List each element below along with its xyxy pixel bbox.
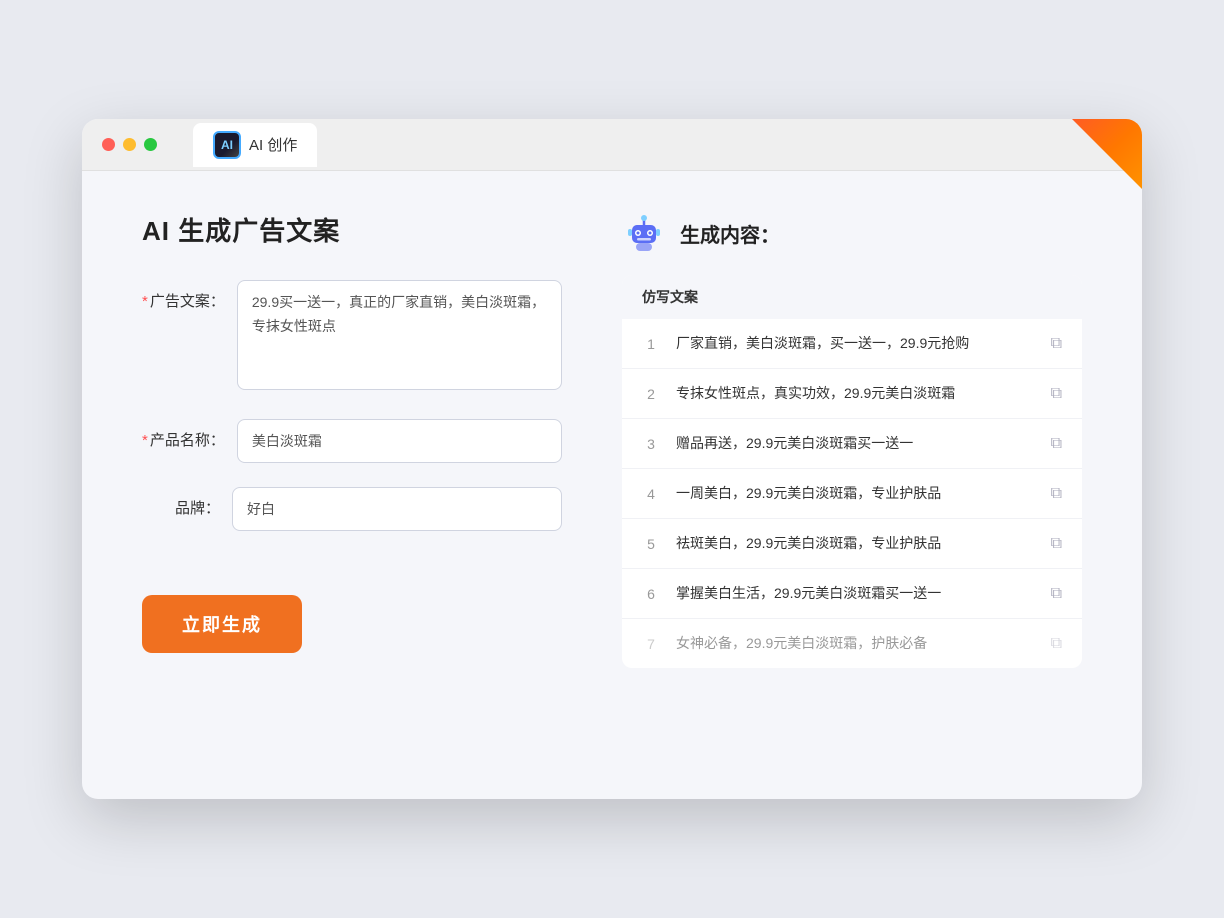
copy-icon[interactable]: ⧉ [1051, 435, 1062, 453]
maximize-button[interactable] [144, 138, 157, 151]
row-text: 厂家直销，美白淡斑霜，买一送一，29.9元抢购 [676, 333, 1035, 354]
row-number: 3 [642, 436, 660, 452]
row-number: 7 [642, 636, 660, 652]
result-header: 生成内容： [622, 211, 1082, 255]
result-table: 仿写文案 1 厂家直销，美白淡斑霜，买一送一，29.9元抢购 ⧉ 2 专抹女性斑点，真实… [622, 275, 1082, 668]
robot-icon [622, 211, 666, 255]
generate-button[interactable]: 立即生成 [142, 595, 302, 653]
required-star-2: * [142, 432, 148, 449]
ad-copy-input-area [237, 280, 562, 395]
row-text: 祛斑美白，29.9元美白淡斑霜，专业护肤品 [676, 533, 1035, 554]
minimize-button[interactable] [123, 138, 136, 151]
copy-icon[interactable]: ⧉ [1051, 635, 1062, 653]
table-row: 3 赠品再送，29.9元美白淡斑霜买一送一 ⧉ [622, 419, 1082, 469]
row-text: 一周美白，29.9元美白淡斑霜，专业护肤品 [676, 483, 1035, 504]
ai-tab[interactable]: AI AI 创作 [193, 123, 317, 167]
table-row: 6 掌握美白生活，29.9元美白淡斑霜买一送一 ⧉ [622, 569, 1082, 619]
row-text: 赠品再送，29.9元美白淡斑霜买一送一 [676, 433, 1035, 454]
result-table-header: 仿写文案 [622, 275, 1082, 319]
product-name-input-area [237, 419, 562, 463]
left-panel: AI 生成广告文案 *广告文案： *产品名称： [142, 211, 562, 751]
ai-logo-icon: AI [213, 131, 241, 159]
page-title: AI 生成广告文案 [142, 211, 562, 248]
brand-input[interactable] [232, 487, 562, 531]
traffic-lights [102, 138, 157, 151]
titlebar: AI AI 创作 [82, 119, 1142, 171]
row-text: 专抹女性斑点，真实功效，29.9元美白淡斑霜 [676, 383, 1035, 404]
table-row: 1 厂家直销，美白淡斑霜，买一送一，29.9元抢购 ⧉ [622, 319, 1082, 369]
product-name-input[interactable] [237, 419, 562, 463]
product-name-row: *产品名称： [142, 419, 562, 463]
ad-copy-textarea[interactable] [237, 280, 562, 390]
table-row: 2 专抹女性斑点，真实功效，29.9元美白淡斑霜 ⧉ [622, 369, 1082, 419]
row-number: 1 [642, 336, 660, 352]
brand-label: 品牌： [142, 487, 232, 518]
right-panel: 生成内容： 仿写文案 1 厂家直销，美白淡斑霜，买一送一，29.9元抢购 ⧉ 2 专抹女… [622, 211, 1082, 751]
copy-icon[interactable]: ⧉ [1051, 335, 1062, 353]
row-number: 5 [642, 536, 660, 552]
copy-icon[interactable]: ⧉ [1051, 485, 1062, 503]
ad-copy-label: *广告文案： [142, 280, 237, 311]
tab-label: AI 创作 [249, 134, 297, 155]
table-row: 7 女神必备，29.9元美白淡斑霜，护肤必备 ⧉ [622, 619, 1082, 668]
brand-row: 品牌： [142, 487, 562, 531]
row-number: 2 [642, 386, 660, 402]
copy-icon[interactable]: ⧉ [1051, 385, 1062, 403]
result-title: 生成内容： [680, 219, 780, 248]
ad-copy-row: *广告文案： [142, 280, 562, 395]
browser-window: AI AI 创作 AI 生成广告文案 *广告文案： *产品名称： [82, 119, 1142, 799]
brand-input-area [232, 487, 562, 531]
main-content: AI 生成广告文案 *广告文案： *产品名称： [82, 171, 1142, 791]
row-number: 6 [642, 586, 660, 602]
copy-icon[interactable]: ⧉ [1051, 585, 1062, 603]
result-rows-container: 1 厂家直销，美白淡斑霜，买一送一，29.9元抢购 ⧉ 2 专抹女性斑点，真实功效，29… [622, 319, 1082, 668]
row-number: 4 [642, 486, 660, 502]
required-star: * [142, 293, 148, 310]
product-name-label: *产品名称： [142, 419, 237, 450]
table-row: 5 祛斑美白，29.9元美白淡斑霜，专业护肤品 ⧉ [622, 519, 1082, 569]
row-text: 掌握美白生活，29.9元美白淡斑霜买一送一 [676, 583, 1035, 604]
row-text: 女神必备，29.9元美白淡斑霜，护肤必备 [676, 633, 1035, 654]
table-row: 4 一周美白，29.9元美白淡斑霜，专业护肤品 ⧉ [622, 469, 1082, 519]
copy-icon[interactable]: ⧉ [1051, 535, 1062, 553]
close-button[interactable] [102, 138, 115, 151]
